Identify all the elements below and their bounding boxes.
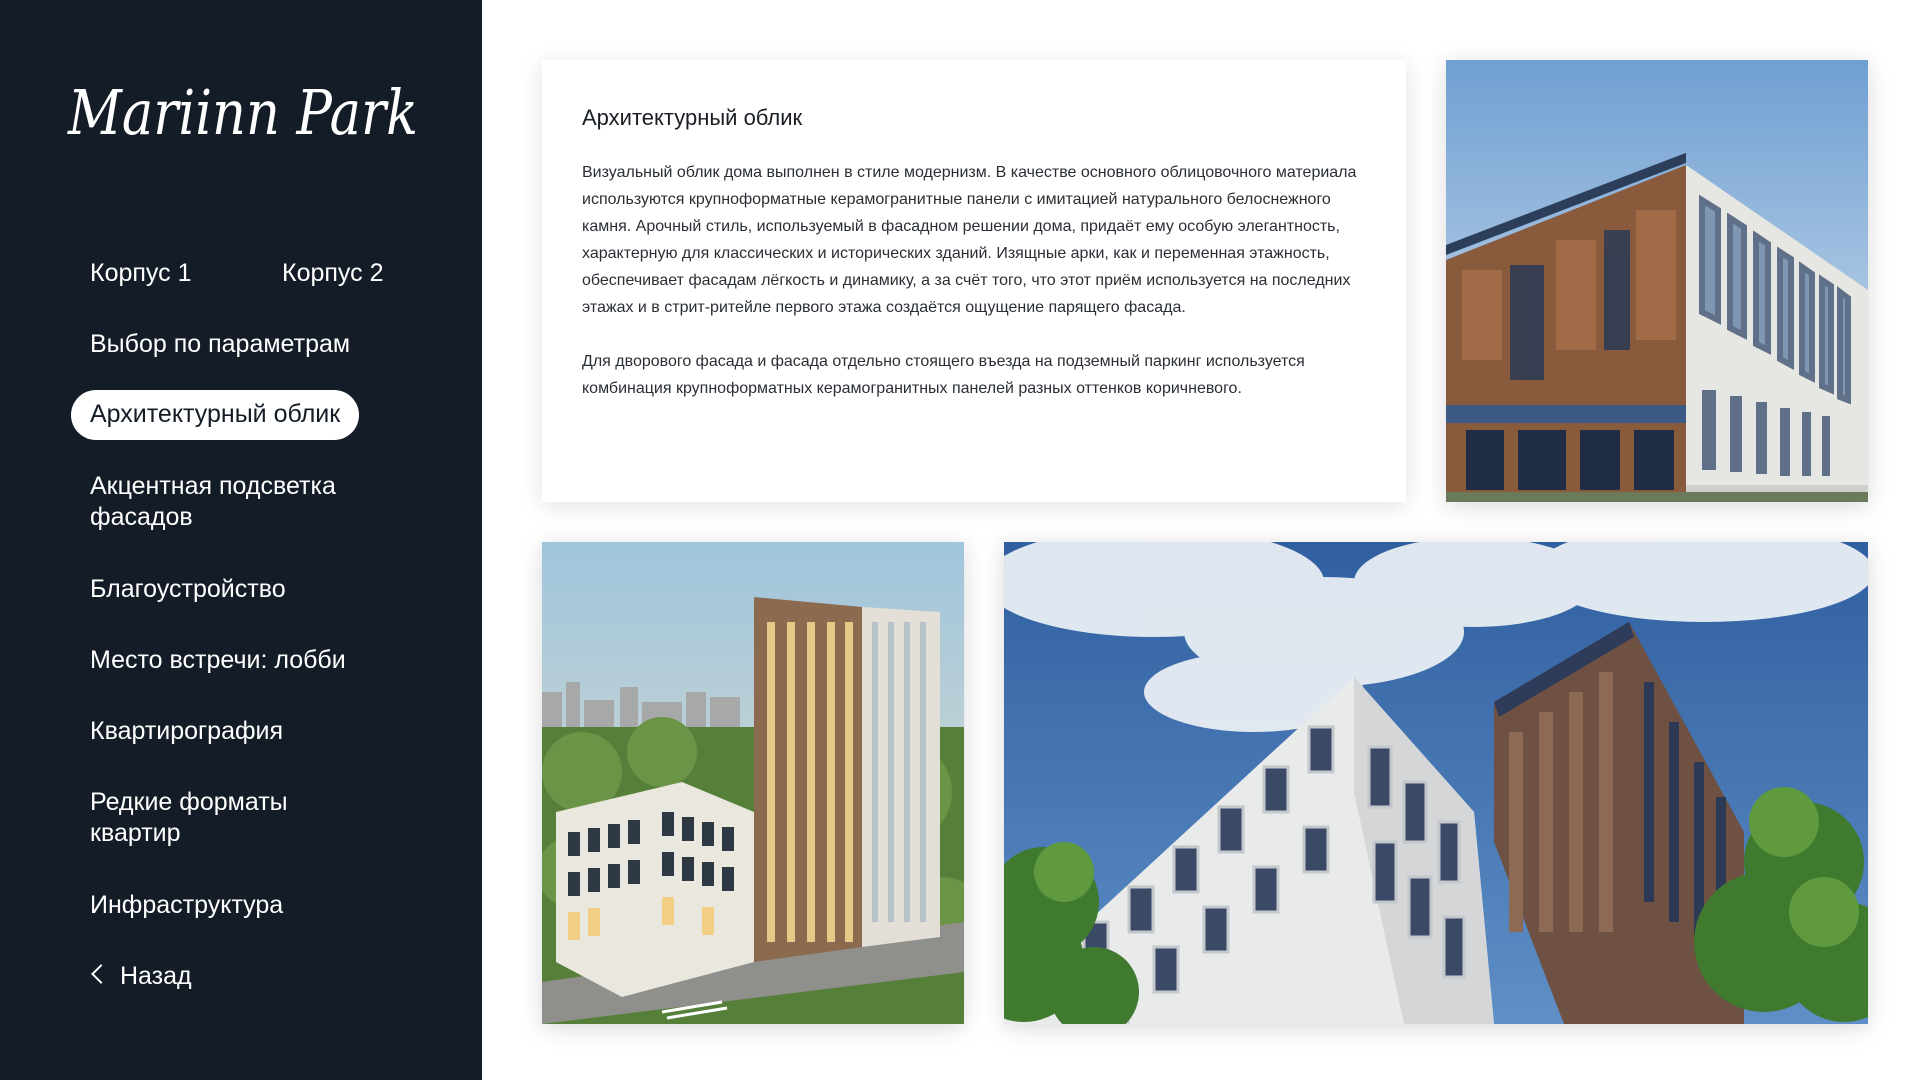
nav-korpus-2[interactable]: Корпус 2: [282, 258, 383, 289]
nav-item-apartment-mix[interactable]: Квартирография: [90, 716, 283, 747]
sidebar: Mariinn Park Корпус 1 Корпус 2 Выбор по …: [0, 0, 482, 1080]
facade-low-angle-image: [1004, 542, 1868, 1024]
facade-corner-image: [1446, 60, 1868, 502]
facade-corner-photo[interactable]: [1446, 60, 1868, 502]
nav-item-infrastructure[interactable]: Инфраструктура: [90, 890, 283, 921]
nav-korpus-1[interactable]: Корпус 1: [90, 258, 191, 289]
tower-aerial-image: [542, 542, 964, 1024]
back-button[interactable]: Назад: [90, 961, 192, 992]
nav-item-architecture[interactable]: Архитектурный облик: [71, 390, 360, 440]
svg-text:Mariinn Park: Mariinn Park: [67, 76, 418, 149]
nav-item-lobby[interactable]: Место встречи: лобби: [90, 645, 346, 676]
back-label: Назад: [120, 962, 192, 990]
chevron-left-icon: [91, 964, 111, 984]
content-paragraph-1: Визуальный облик дома выполнен в стиле м…: [582, 164, 1357, 316]
nav-item-facade-lighting[interactable]: Акцентная подсветка фасадов: [90, 471, 390, 533]
facade-low-angle-photo[interactable]: [1004, 542, 1868, 1024]
brand-logo-script: Mariinn Park: [67, 76, 418, 149]
content-title: Архитектурный облик: [582, 105, 803, 130]
nav-item-landscaping[interactable]: Благоустройство: [90, 574, 286, 605]
tower-aerial-photo[interactable]: [542, 542, 964, 1024]
brand-logo[interactable]: Mariinn Park: [62, 54, 432, 174]
content-paragraph-2: Для дворового фасада и фасада отдельно с…: [582, 353, 1305, 397]
nav-item-rare-formats[interactable]: Редкие форматы квартир: [90, 787, 350, 849]
nav-item-params[interactable]: Выбор по параметрам: [90, 329, 350, 360]
content-card: Архитектурный облик Визуальный облик дом…: [542, 60, 1406, 502]
